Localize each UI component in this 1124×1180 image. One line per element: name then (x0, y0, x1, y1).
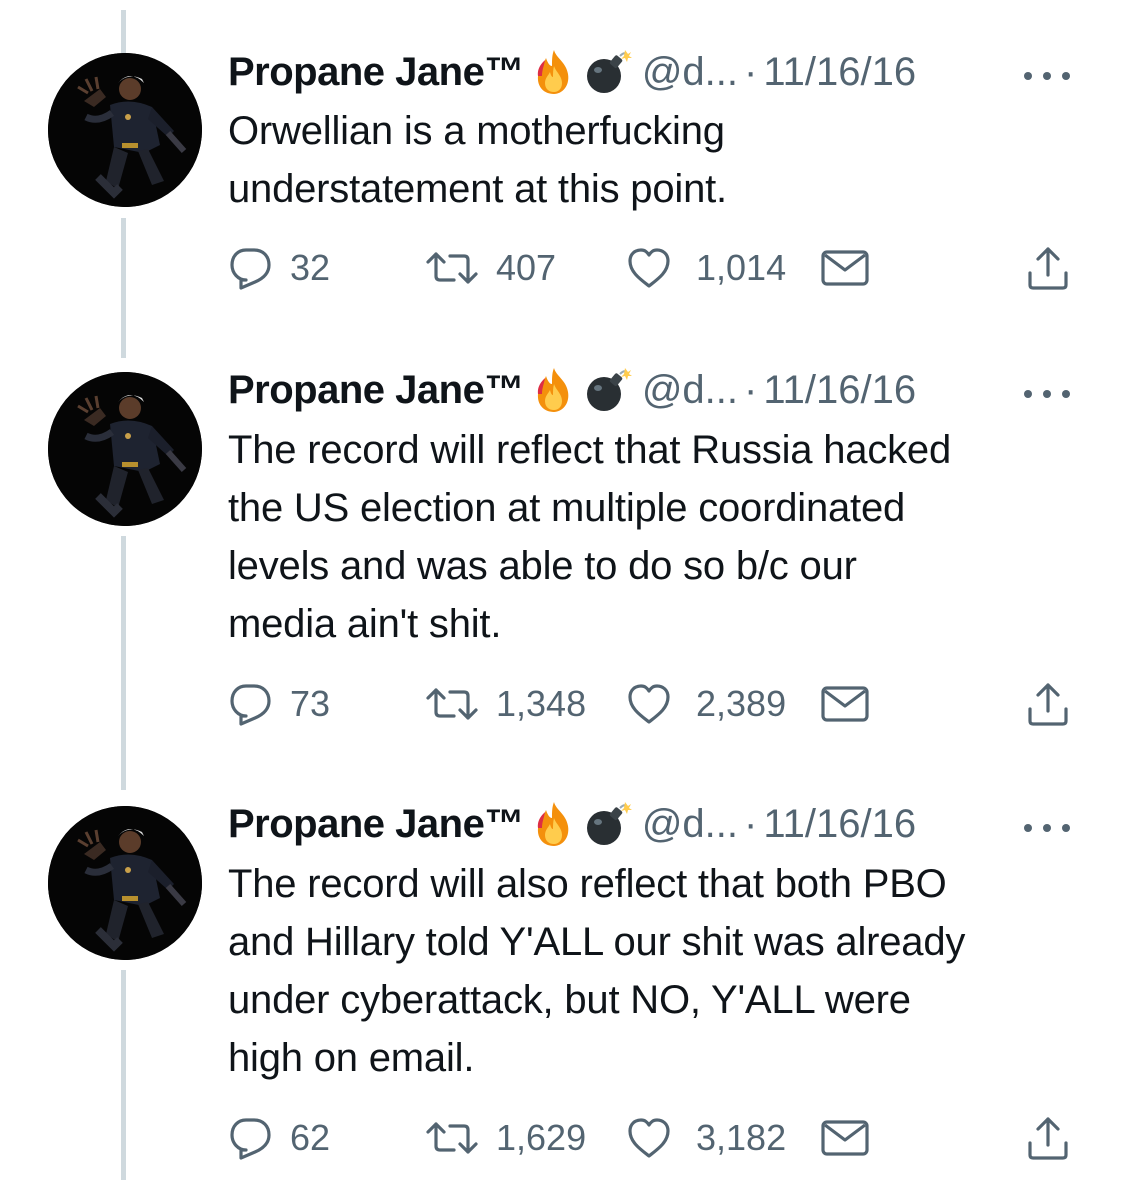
tweet-actions: 73 1,348 2,389 (228, 676, 1078, 732)
more-dots-icon[interactable] (1022, 386, 1072, 396)
avatar-image (48, 372, 202, 526)
tweet-text: The record will also reflect that both P… (228, 862, 966, 1080)
display-name[interactable]: Propane Jane™ (228, 50, 524, 95)
thread-connector-line (121, 536, 126, 790)
heart-icon (626, 247, 672, 289)
more-dots-icon[interactable] (1022, 820, 1072, 830)
tweet-header: Propane Jane™ @d... · 11/16/16 (228, 794, 1084, 854)
thread-connector-line (121, 970, 126, 1180)
tweet-date[interactable]: 11/16/16 (763, 50, 916, 95)
envelope-icon (820, 248, 870, 288)
direct-message-button[interactable] (820, 1110, 870, 1166)
direct-message-button[interactable] (820, 676, 870, 732)
share-button[interactable] (1026, 1110, 1070, 1166)
like-count: 1,014 (696, 247, 787, 288)
user-handle[interactable]: @d... (642, 50, 738, 95)
bomb-emoji-icon (584, 366, 628, 414)
user-handle[interactable]: @d... (642, 368, 738, 413)
avatar[interactable] (48, 53, 202, 207)
fire-emoji-icon (532, 800, 576, 848)
reply-count: 62 (290, 1117, 331, 1158)
avatar[interactable] (48, 372, 202, 526)
heart-icon (626, 683, 672, 725)
envelope-icon (820, 1118, 870, 1158)
tweet-header: Propane Jane™ @d... · 11/16/16 (228, 42, 1084, 102)
share-icon (1026, 681, 1070, 727)
bomb-emoji-icon (584, 800, 628, 848)
avatar[interactable] (48, 806, 202, 960)
separator-dot: · (744, 49, 758, 94)
user-handle[interactable]: @d... (642, 802, 738, 847)
reply-button[interactable]: 73 (228, 676, 330, 732)
reply-icon (228, 1116, 272, 1160)
tweet-date[interactable]: 11/16/16 (763, 802, 916, 847)
tweet-actions: 62 1,629 3,182 (228, 1110, 1078, 1166)
avatar-image (48, 53, 202, 207)
like-button[interactable]: 3,182 (626, 1110, 786, 1166)
share-button[interactable] (1026, 676, 1070, 732)
retweet-button[interactable]: 1,629 (424, 1110, 586, 1166)
thread-connector-line (121, 10, 126, 54)
reply-icon (228, 246, 272, 290)
like-count: 3,182 (696, 1117, 787, 1158)
retweet-button[interactable]: 407 (424, 240, 556, 296)
separator-dot: · (744, 367, 758, 412)
bomb-emoji-icon (584, 48, 628, 96)
retweet-count: 407 (496, 247, 557, 288)
like-button[interactable]: 1,014 (626, 240, 786, 296)
reply-button[interactable]: 62 (228, 1110, 330, 1166)
tweet-date[interactable]: 11/16/16 (763, 368, 916, 413)
retweet-count: 1,629 (496, 1117, 587, 1158)
retweet-icon (424, 684, 480, 724)
direct-message-button[interactable] (820, 240, 870, 296)
more-dots-icon[interactable] (1022, 68, 1072, 78)
fire-emoji-icon (532, 48, 576, 96)
fire-emoji-icon (532, 366, 576, 414)
heart-icon (626, 1117, 672, 1159)
envelope-icon (820, 684, 870, 724)
tweet-text: Orwellian is a motherfucking understatem… (228, 109, 727, 211)
retweet-icon (424, 1118, 480, 1158)
reply-count: 73 (290, 683, 331, 724)
like-count: 2,389 (696, 683, 787, 724)
tweet-header: Propane Jane™ @d... · 11/16/16 (228, 360, 1084, 420)
like-button[interactable]: 2,389 (626, 676, 786, 732)
share-button[interactable] (1026, 240, 1070, 296)
retweet-button[interactable]: 1,348 (424, 676, 586, 732)
retweet-icon (424, 248, 480, 288)
display-name[interactable]: Propane Jane™ (228, 802, 524, 847)
reply-count: 32 (290, 247, 331, 288)
share-icon (1026, 1115, 1070, 1161)
tweet-text: The record will reflect that Russia hack… (228, 428, 952, 646)
separator-dot: · (744, 801, 758, 846)
display-name[interactable]: Propane Jane™ (228, 368, 524, 413)
reply-icon (228, 682, 272, 726)
reply-button[interactable]: 32 (228, 240, 330, 296)
tweet-actions: 32 407 1,014 (228, 240, 1078, 296)
thread-connector-line (121, 218, 126, 358)
share-icon (1026, 245, 1070, 291)
retweet-count: 1,348 (496, 683, 587, 724)
avatar-image (48, 806, 202, 960)
